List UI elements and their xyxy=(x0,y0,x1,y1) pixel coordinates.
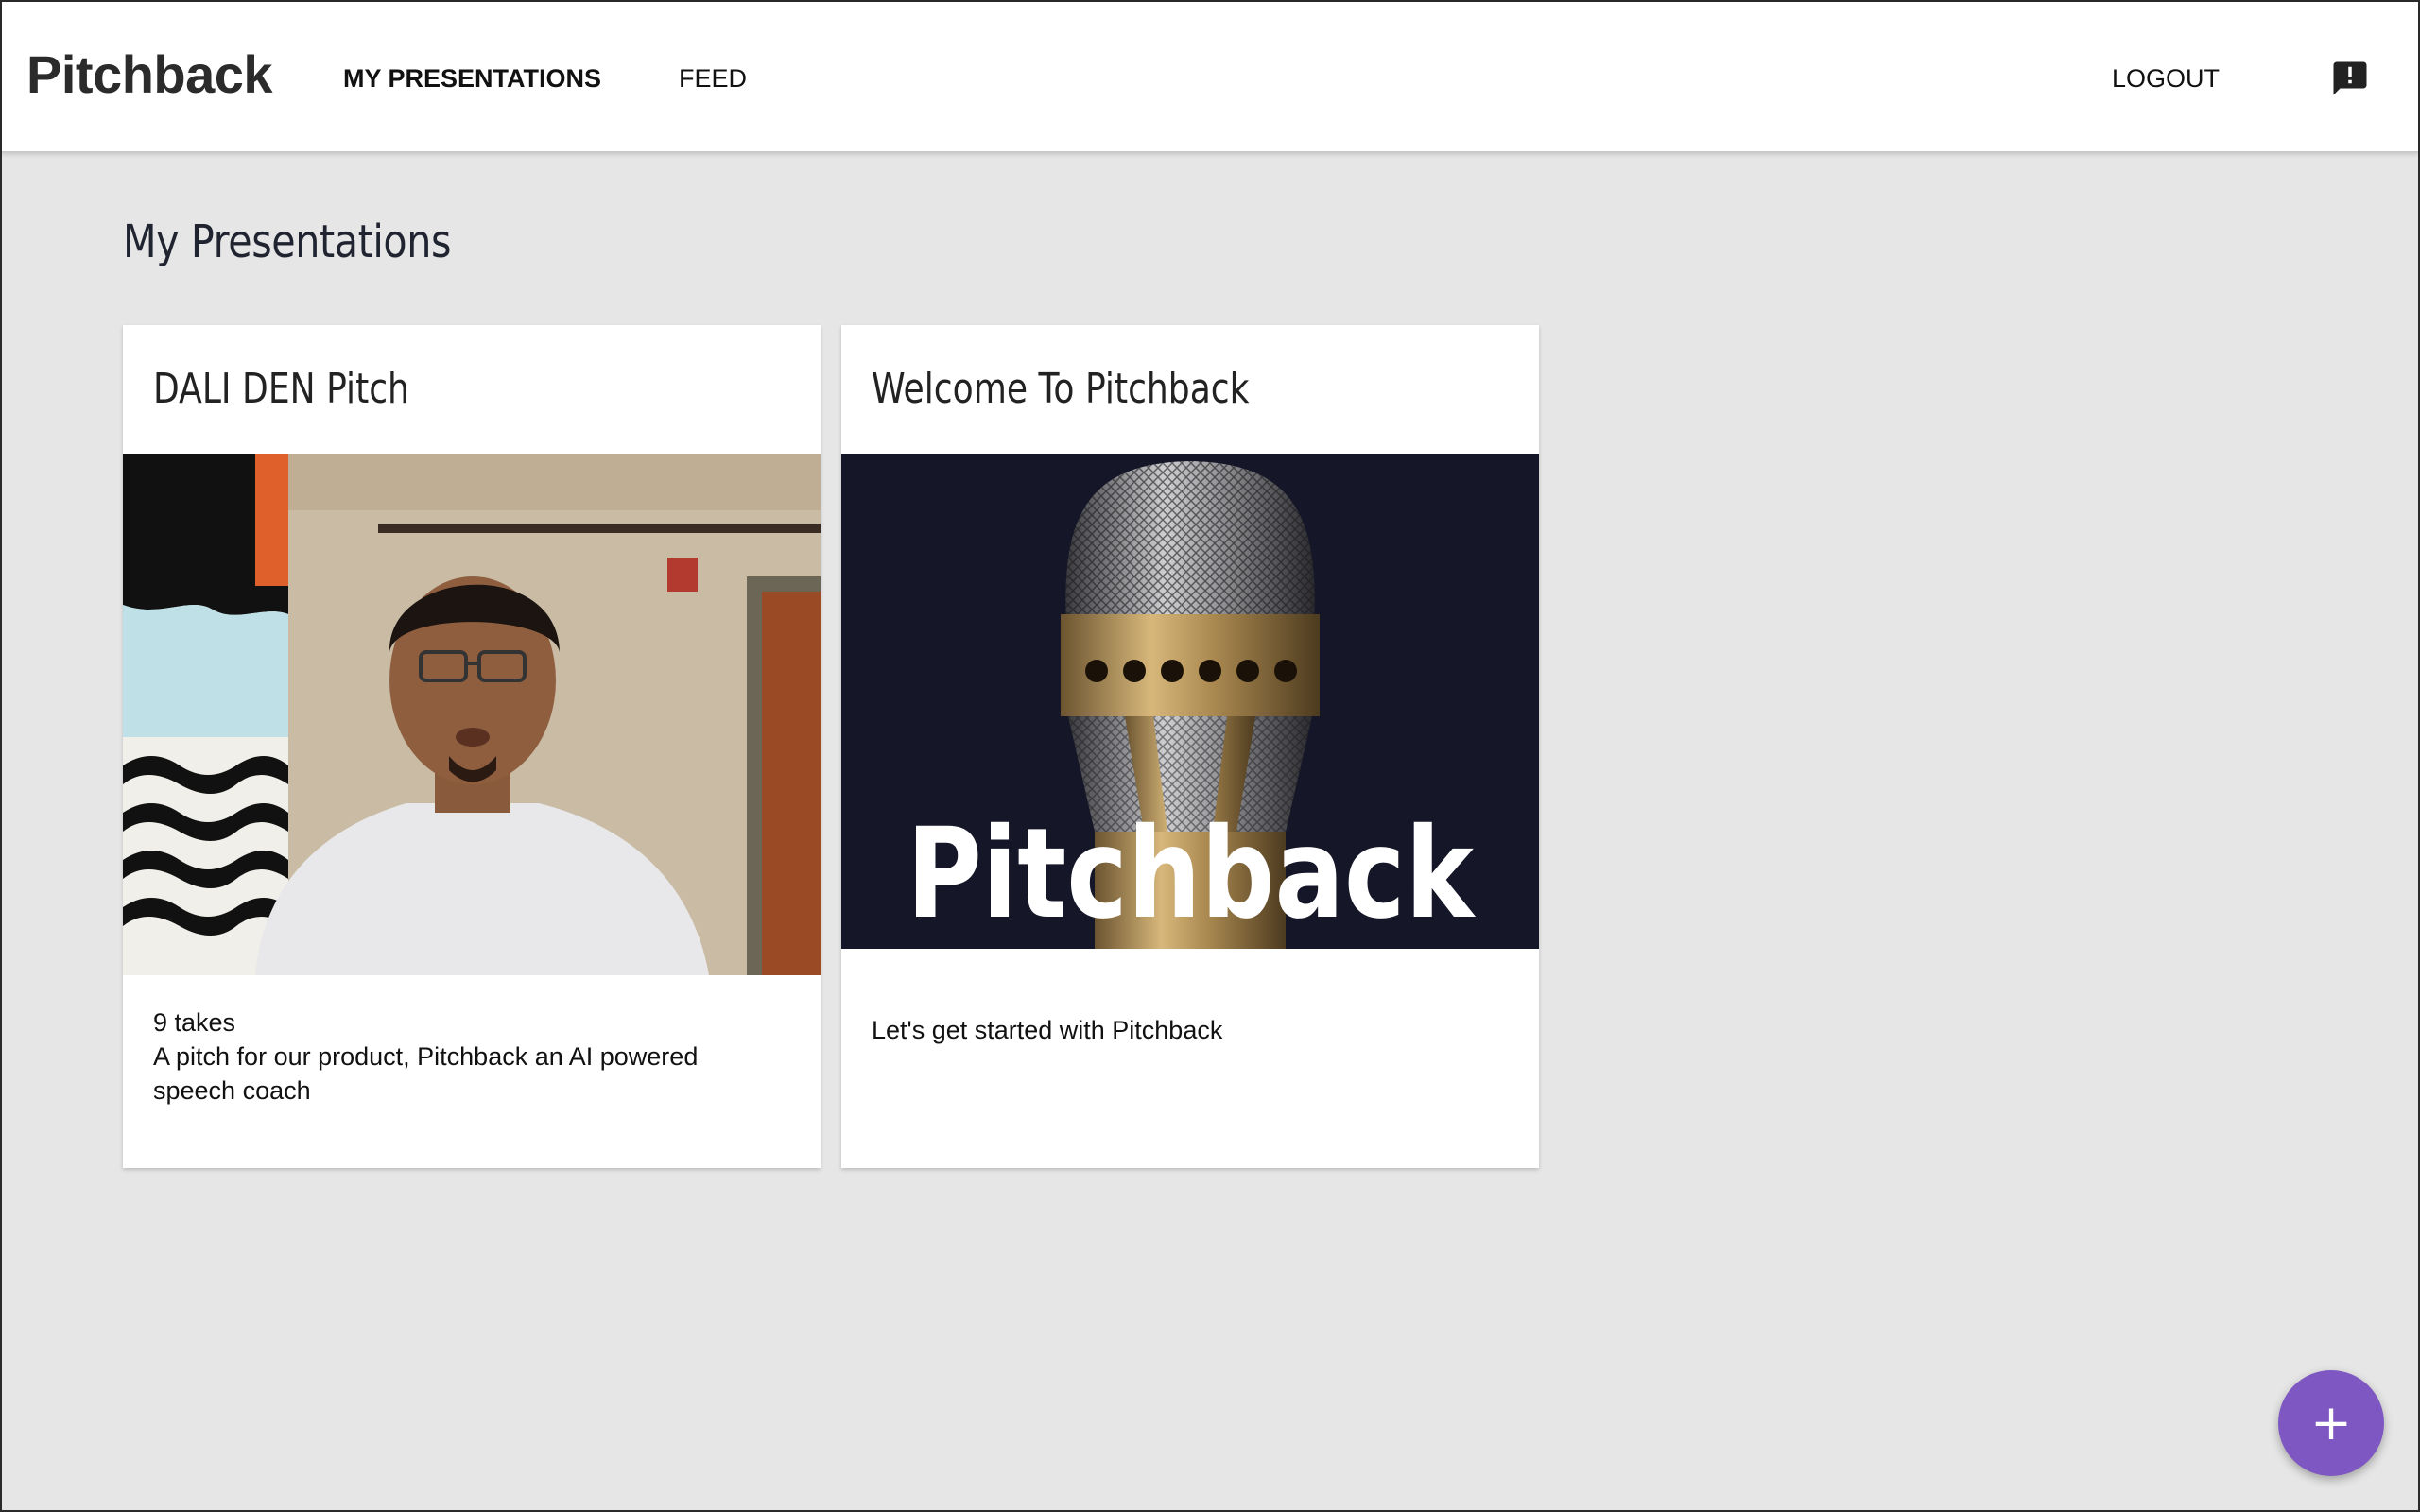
presentation-card-welcome[interactable]: Welcome To Pitchback Pitchback Let's get… xyxy=(841,325,1539,1168)
nav-my-presentations[interactable]: MY PRESENTATIONS xyxy=(343,64,601,94)
top-navbar: Pitchback MY PRESENTATIONS FEED LOGOUT xyxy=(2,2,2418,153)
microphone-thumbnail[interactable]: Pitchback xyxy=(841,454,1539,949)
brand-logo[interactable]: Pitchback xyxy=(26,43,273,105)
card-description: A pitch for our product, Pitchback an AI… xyxy=(153,1042,699,1105)
presenter-video-thumbnail[interactable] xyxy=(123,454,821,975)
card-body: 9 takes A pitch for our product, Pitchba… xyxy=(153,1005,777,1108)
nav-feed[interactable]: FEED xyxy=(679,64,747,94)
takes-count: 9 takes xyxy=(153,1008,236,1037)
logout-link[interactable]: LOGOUT xyxy=(2112,64,2220,94)
presentation-card-dali-den[interactable]: DALI DEN Pitch 9 takes A pitch for our p… xyxy=(123,325,821,1168)
plus-icon: + xyxy=(2310,1395,2352,1452)
add-presentation-button[interactable]: + xyxy=(2278,1370,2384,1476)
page-title: My Presentations xyxy=(123,215,452,268)
thumbnail-text: Pitchback xyxy=(907,801,1477,947)
card-description: Let's get started with Pitchback xyxy=(872,1016,1223,1044)
card-title: DALI DEN Pitch xyxy=(153,365,409,413)
feedback-alert-icon[interactable] xyxy=(2330,59,2370,98)
card-body: Let's get started with Pitchback xyxy=(872,1013,1495,1047)
card-title: Welcome To Pitchback xyxy=(872,365,1250,413)
